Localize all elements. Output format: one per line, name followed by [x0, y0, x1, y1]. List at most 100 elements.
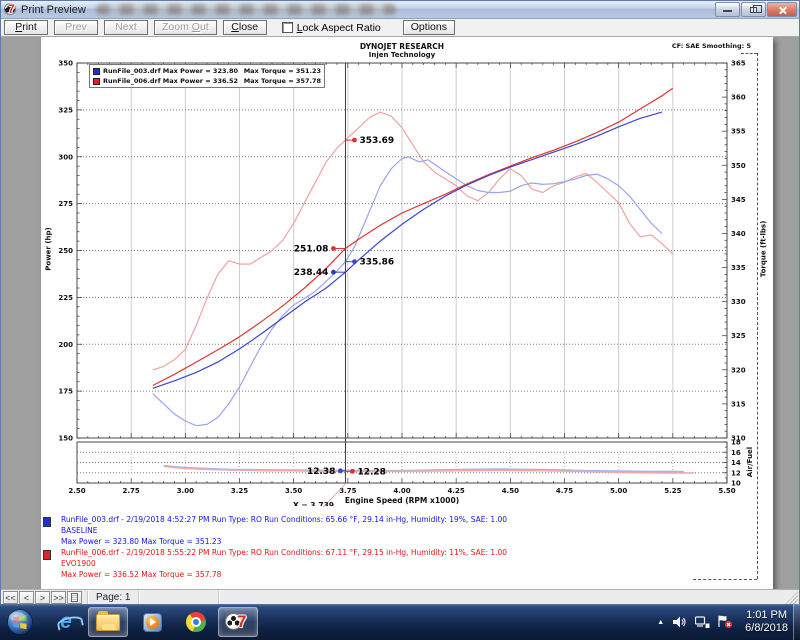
axis-tick-label: 365 — [731, 60, 746, 68]
resize-grip[interactable] — [785, 591, 798, 604]
options-button[interactable]: Options — [403, 20, 455, 35]
axis-tick-label: 12 — [731, 469, 741, 477]
run2-max: Max Power = 336.52 Max Torque = 357.78 — [61, 570, 221, 579]
tray-expand-icon[interactable]: ▲ — [657, 619, 664, 626]
media-player-icon — [143, 613, 162, 632]
folder-icon — [96, 614, 120, 631]
taskbar-item-winpep[interactable]: 7 — [218, 607, 258, 637]
legend-swatch-red — [93, 78, 100, 85]
dyno-chart: 3503253002752502252001751503653603553503… — [41, 37, 773, 589]
taskbar-item-media-player[interactable] — [132, 607, 172, 637]
next-page-button[interactable]: > — [35, 591, 50, 604]
network-icon[interactable] — [695, 616, 710, 629]
cursor-marker-label: 335.86 — [359, 258, 394, 268]
axis-tick-label: 3.00 — [177, 487, 194, 495]
checkbox-box[interactable] — [282, 22, 293, 33]
axis-tick-label: 4.50 — [502, 487, 519, 495]
axis-tick-label: 5.25 — [664, 487, 681, 495]
close-icon — [768, 3, 796, 16]
close-preview-button[interactable]: Close — [223, 20, 267, 35]
last-page-button[interactable]: >> — [51, 591, 66, 604]
run2-conditions: RunFile_006.drf - 2/19/2018 5:55:22 PM R… — [61, 548, 507, 557]
axis-tick-label: 300 — [58, 153, 73, 161]
start-button[interactable] — [6, 608, 34, 636]
axis-tick-label: 355 — [731, 128, 746, 136]
chrome-icon — [186, 612, 206, 632]
axis-tick-label: 200 — [58, 341, 73, 349]
cursor-marker-dot — [350, 469, 355, 474]
legend-row: RunFile_003.drf Max Power = 323.80 Max T… — [93, 66, 321, 76]
axis-tick-label: 2.75 — [123, 487, 140, 495]
prev-page-button[interactable]: < — [19, 591, 34, 604]
lock-aspect-checkbox[interactable]: Lock Aspect Ratio — [282, 22, 381, 34]
legend-swatch-blue — [93, 68, 100, 75]
print-button[interactable]: Print — [4, 20, 48, 35]
taskbar-item-explorer[interactable] — [88, 607, 128, 637]
system-tray: ▲ 1:01 PM 6/8/2018 — [657, 604, 792, 640]
page-number-icon — [71, 593, 78, 602]
axis-tick-label: 2.50 — [68, 487, 85, 495]
minimize-button[interactable] — [715, 2, 740, 17]
prev-button[interactable]: Prev — [54, 20, 98, 35]
correction-smoothing-label: CF: SAE Smoothing: 5 — [672, 42, 751, 50]
goto-page-button[interactable] — [67, 591, 82, 604]
lock-aspect-label: Lock Aspect Ratio — [297, 22, 381, 34]
volume-icon[interactable] — [673, 616, 687, 628]
cursor-marker-dot — [331, 270, 336, 275]
taskbar: e 7 ▲ 1:01 PM 6/8 — [0, 604, 800, 640]
x-axis-title: Engine Speed (RPM x1000) — [77, 496, 727, 505]
axis-tick-label: 320 — [731, 366, 746, 374]
axis-tick-label: 14 — [731, 459, 741, 467]
series-runfile_006-power — [153, 88, 673, 385]
app-icon: 7 — [4, 3, 17, 16]
titlebar[interactable]: 7 Print Preview — [1, 1, 799, 19]
power-axis-title: Power (hp) — [45, 227, 53, 270]
axis-tick-label: 175 — [58, 388, 73, 396]
winpep7-icon: 7 — [237, 613, 246, 630]
print-preview-window: 7 Print Preview Print Prev Next Zoom Out… — [0, 0, 800, 604]
cursor-marker-dot — [331, 246, 336, 251]
zoom-out-button[interactable]: Zoom Out — [154, 20, 217, 35]
chart-legend: RunFile_003.drf Max Power = 323.80 Max T… — [89, 64, 325, 88]
series-runfile_006-torque — [153, 112, 673, 370]
action-center-flag-icon[interactable] — [718, 615, 733, 629]
close-button[interactable] — [767, 2, 797, 17]
next-button[interactable]: Next — [104, 20, 148, 35]
window-title: Print Preview — [21, 4, 86, 16]
show-desktop-button[interactable] — [793, 604, 800, 640]
axis-tick-label: 4.25 — [448, 487, 465, 495]
axis-tick-label: 4.75 — [556, 487, 573, 495]
axis-tick-label: 3.50 — [285, 487, 302, 495]
afr-axis-title: Air/Fuel — [746, 447, 754, 477]
preview-area: 3503253002752502252001751503653603553503… — [1, 37, 799, 589]
torque-axis-title: Torque (ft-lbs) — [759, 221, 767, 278]
taskbar-item-chrome[interactable] — [176, 607, 216, 637]
axis-tick-label: 5.50 — [718, 487, 735, 495]
clock-date: 6/8/2018 — [745, 622, 788, 635]
axis-tick-label: 250 — [58, 247, 73, 255]
restore-button[interactable] — [741, 2, 766, 17]
axis-tick-label: 315 — [731, 400, 746, 408]
axis-tick-label: 360 — [731, 94, 746, 102]
statusbar: << < > >> Page: 1 — [1, 589, 799, 605]
cursor-marker-label: 238.44 — [294, 268, 329, 278]
axis-tick-label: 150 — [58, 435, 73, 443]
report-title: DYNOJET RESEARCH — [77, 42, 727, 51]
clock[interactable]: 1:01 PM 6/8/2018 — [745, 609, 788, 635]
taskbar-item-internet-explorer[interactable]: e — [46, 607, 86, 637]
clock-time: 1:01 PM — [745, 609, 788, 622]
axis-tick-label: 340 — [731, 230, 746, 238]
first-page-button[interactable]: << — [3, 591, 18, 604]
cursor-marker-label: 12.38 — [307, 467, 335, 477]
restore-icon — [750, 7, 757, 13]
print-margin-guide — [757, 53, 758, 579]
minimize-icon — [723, 10, 732, 12]
report-page: 3503253002752502252001751503653603553503… — [41, 37, 773, 589]
run1-name: BASELINE — [61, 526, 98, 535]
cursor-marker-label: 12.28 — [357, 467, 385, 477]
run2-name: EVO1900 — [61, 559, 96, 568]
run1-swatch — [43, 517, 51, 527]
cursor-x-readout: X = 3.739 — [293, 501, 353, 506]
cursor-marker-label: 353.69 — [359, 136, 394, 146]
axis-tick-label: 16 — [731, 449, 741, 457]
